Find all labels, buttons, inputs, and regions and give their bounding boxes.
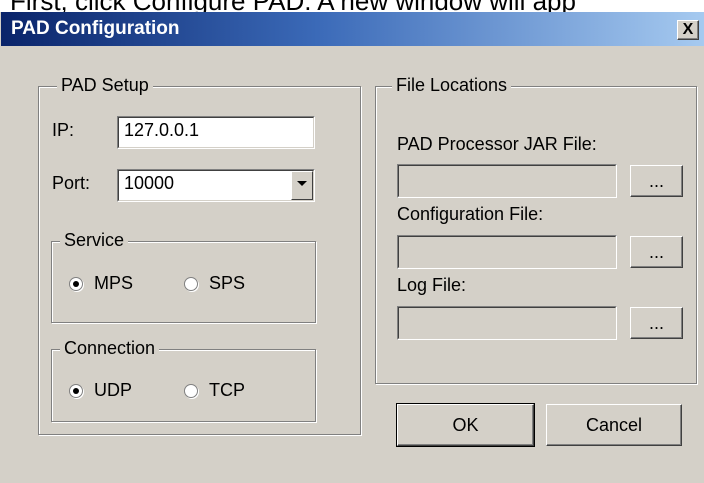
- jar-browse-button[interactable]: ...: [630, 165, 683, 197]
- close-button[interactable]: X: [677, 20, 699, 40]
- log-browse-button[interactable]: ...: [630, 307, 683, 339]
- ok-button[interactable]: OK: [396, 403, 535, 447]
- close-icon: X: [682, 21, 694, 38]
- radio-tcp[interactable]: [184, 384, 198, 398]
- radio-udp[interactable]: [69, 384, 83, 398]
- file-locations-legend: File Locations: [392, 75, 512, 96]
- radio-selected-dot: [73, 388, 79, 394]
- connection-legend: Connection: [60, 338, 160, 359]
- radio-selected-dot: [73, 281, 79, 287]
- radio-tcp-label[interactable]: TCP: [209, 380, 245, 401]
- pad-configuration-dialog: PAD Configuration X PAD Setup IP: 127.0.…: [0, 12, 704, 483]
- chevron-down-icon: [297, 181, 307, 186]
- window-title: PAD Configuration: [11, 18, 180, 39]
- title-bar[interactable]: PAD Configuration X: [1, 12, 704, 46]
- port-value: 10000: [124, 173, 175, 193]
- config-file-label: Configuration File:: [397, 204, 544, 224]
- file-locations-group: File Locations PAD Processor JAR File: .…: [375, 75, 697, 384]
- browse-icon: ...: [648, 171, 664, 191]
- ip-value: 127.0.0.1: [124, 120, 200, 140]
- port-dropdown[interactable]: 10000: [117, 169, 315, 202]
- radio-sps-label[interactable]: SPS: [209, 273, 245, 294]
- log-file-label: Log File:: [397, 275, 467, 295]
- connection-group: Connection UDP TCP: [51, 338, 316, 422]
- config-file-input[interactable]: [397, 235, 617, 269]
- radio-mps-label[interactable]: MPS: [94, 273, 133, 294]
- cancel-button[interactable]: Cancel: [546, 404, 682, 446]
- config-browse-button[interactable]: ...: [630, 236, 683, 268]
- service-group: Service MPS SPS: [51, 230, 316, 323]
- port-label: Port:: [52, 173, 91, 193]
- radio-mps[interactable]: [69, 277, 83, 291]
- jar-file-label: PAD Processor JAR File:: [397, 134, 597, 154]
- browse-icon: ...: [648, 242, 664, 262]
- ip-input[interactable]: 127.0.0.1: [117, 116, 315, 149]
- ip-label: IP:: [52, 120, 75, 140]
- pad-setup-legend: PAD Setup: [57, 75, 153, 96]
- pad-setup-group: PAD Setup IP: 127.0.0.1 Port: 10000 Serv…: [38, 75, 361, 435]
- browse-icon: ...: [648, 313, 664, 333]
- radio-udp-label[interactable]: UDP: [94, 380, 132, 401]
- radio-sps[interactable]: [184, 277, 198, 291]
- service-legend: Service: [60, 230, 129, 251]
- jar-file-input[interactable]: [397, 164, 617, 198]
- log-file-input[interactable]: [397, 306, 617, 340]
- port-dropdown-button[interactable]: [291, 171, 313, 200]
